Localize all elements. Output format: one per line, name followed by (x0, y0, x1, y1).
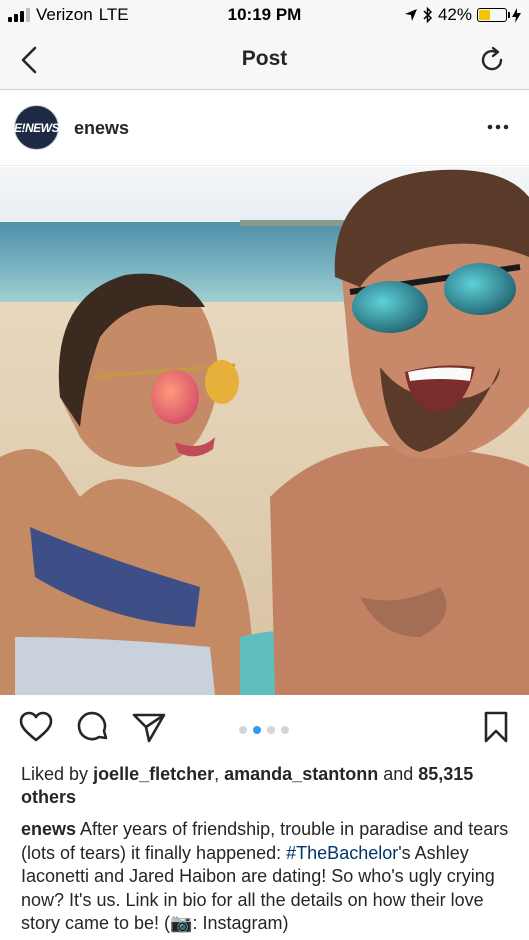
navigation-bar: Post (0, 30, 529, 90)
caption-hashtag[interactable]: #TheBachelor (286, 843, 398, 863)
page-title: Post (241, 47, 288, 70)
comment-icon[interactable] (75, 709, 111, 745)
post-username[interactable]: enews (74, 118, 129, 139)
heart-icon[interactable] (18, 709, 54, 745)
likes-conjunction: and (383, 764, 414, 784)
carousel-dot (267, 726, 275, 734)
caption-username[interactable]: enews (21, 819, 76, 839)
likes-prefix: Liked by (21, 764, 89, 784)
post-header: E!NEWS enews (0, 91, 529, 166)
post-photo[interactable] (0, 167, 529, 695)
location-arrow-icon (404, 9, 417, 21)
status-bar: Verizon LTE 10:19 PM 42% (0, 0, 529, 30)
carousel-dot (239, 726, 247, 734)
battery-icon (477, 8, 510, 22)
more-options-icon[interactable] (487, 119, 509, 135)
liker-username-1[interactable]: joelle_fletcher (93, 764, 214, 784)
likes-separator: , (214, 764, 220, 784)
avatar[interactable]: E!NEWS (14, 105, 60, 150)
status-right: 42% (404, 5, 521, 25)
charging-bolt-icon (512, 7, 521, 23)
bluetooth-icon (423, 7, 433, 23)
share-send-icon[interactable] (131, 709, 167, 745)
refresh-icon[interactable] (477, 45, 507, 75)
likes-summary: Liked by joelle_fletcher, amanda_stanton… (21, 763, 511, 809)
liker-username-2[interactable]: amanda_stantonn (224, 764, 378, 784)
avatar-logo-text: E!NEWS (14, 120, 60, 135)
battery-percent: 42% (437, 5, 472, 24)
post-caption: enews After years of friendship, trouble… (21, 818, 516, 936)
carousel-indicator (239, 726, 289, 734)
carousel-dot (281, 726, 289, 734)
bookmark-icon[interactable] (478, 709, 514, 745)
carousel-dot (253, 726, 261, 734)
